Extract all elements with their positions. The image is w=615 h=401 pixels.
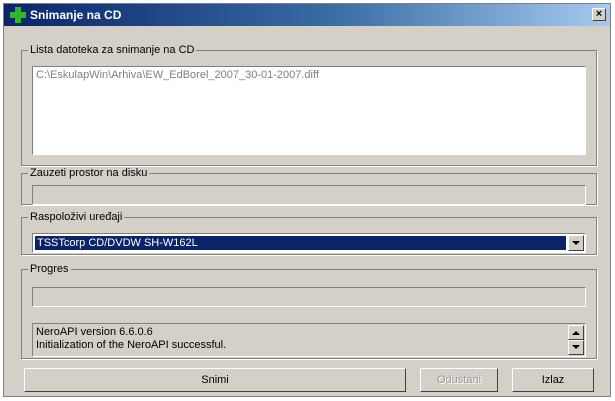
- device-dropdown-button[interactable]: [568, 235, 584, 251]
- close-icon: ×: [595, 8, 603, 20]
- device-select[interactable]: TSSTcorp CD/DVDW SH-W162L: [32, 233, 586, 253]
- scroll-up-button[interactable]: [568, 325, 584, 340]
- odustani-button[interactable]: Odustani: [420, 368, 498, 392]
- devices-group: Raspoloživi uređaji TSSTcorp CD/DVDW SH-…: [21, 211, 597, 255]
- files-group-legend: Lista datoteka za snimanje na CD: [30, 44, 195, 56]
- izlaz-button[interactable]: Izlaz: [512, 368, 594, 392]
- progress-log[interactable]: NeroAPI version 6.6.0.6 Initialization o…: [32, 323, 586, 357]
- log-line: NeroAPI version 6.6.0.6: [36, 326, 153, 338]
- device-selected-value: TSSTcorp CD/DVDW SH-W162L: [35, 236, 566, 250]
- snimi-button[interactable]: Snimi: [24, 368, 406, 392]
- close-button[interactable]: ×: [592, 8, 606, 21]
- files-group: Lista datoteka za snimanje na CD C:\Esku…: [21, 44, 597, 166]
- disk-space-bar: [32, 185, 586, 205]
- log-line: Initialization of the NeroAPI successful…: [36, 339, 227, 351]
- arrow-up-icon: [572, 331, 580, 335]
- chevron-down-icon: [572, 241, 580, 245]
- progress-legend: Progres: [30, 263, 69, 275]
- title-bar[interactable]: Snimanje na CD ×: [4, 4, 610, 26]
- file-list-item[interactable]: C:\EskulapWin\Arhiva\EW_EdBorel_2007_30-…: [36, 69, 582, 81]
- green-plus-icon: [10, 7, 26, 23]
- devices-legend: Raspoloživi uređaji: [30, 211, 123, 223]
- arrow-down-icon: [572, 345, 580, 349]
- disk-space-group: Zauzeti prostor na disku: [21, 167, 597, 205]
- cd-burn-dialog: Snimanje na CD × Lista datoteka za snima…: [3, 3, 611, 397]
- progress-bar: [32, 287, 586, 307]
- window-title: Snimanje na CD: [30, 8, 122, 22]
- progress-group: Progres NeroAPI version 6.6.0.6 Initiali…: [21, 263, 597, 359]
- scroll-down-button[interactable]: [568, 340, 584, 355]
- file-list[interactable]: C:\EskulapWin\Arhiva\EW_EdBorel_2007_30-…: [32, 66, 586, 155]
- disk-space-legend: Zauzeti prostor na disku: [30, 167, 148, 179]
